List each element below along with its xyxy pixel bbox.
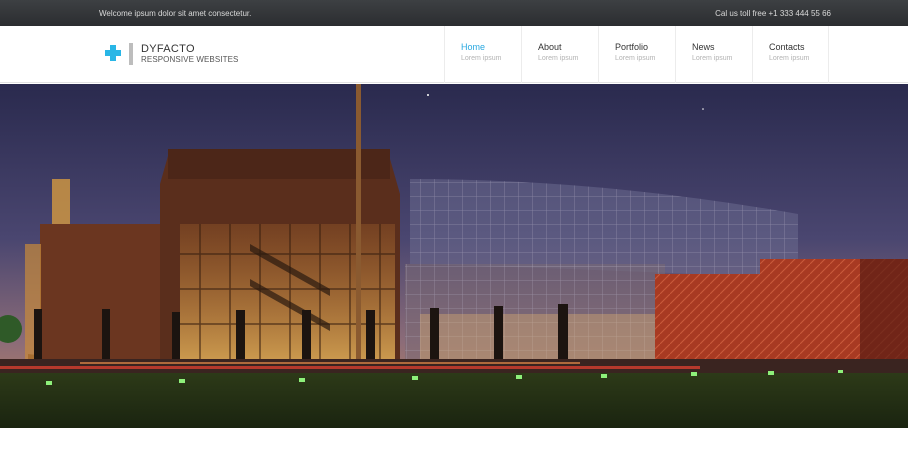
- site-header: DYFACTO RESPONSIVE WEBSITES Home Lorem i…: [0, 26, 908, 83]
- nav-item-portfolio[interactable]: Portfolio Lorem ipsum: [598, 26, 675, 83]
- nav-sublabel: Lorem ipsum: [615, 55, 656, 62]
- hero-slider-image: [0, 84, 908, 428]
- nav-label: Home: [461, 42, 486, 52]
- nav-label: News: [692, 42, 715, 52]
- plus-cross-icon: [105, 45, 121, 61]
- nav-label: Portfolio: [615, 42, 649, 52]
- nav-item-about[interactable]: About Lorem ipsum: [521, 26, 598, 83]
- nav-item-contacts[interactable]: Contacts Lorem ipsum: [752, 26, 829, 83]
- top-bar: Welcome ipsum dolor sit amet consectetur…: [0, 0, 908, 26]
- nav-sublabel: Lorem ipsum: [461, 55, 502, 62]
- logo-name: DYFACTO: [141, 43, 195, 55]
- nav-item-news[interactable]: News Lorem ipsum: [675, 26, 752, 83]
- phone-text: Cal us toll free +1 333 444 55 66: [715, 9, 831, 18]
- building-night-illustration: [0, 84, 908, 428]
- nav-item-home[interactable]: Home Lorem ipsum: [444, 26, 521, 83]
- main-nav: Home Lorem ipsum About Lorem ipsum Portf…: [444, 26, 829, 83]
- nav-sublabel: Lorem ipsum: [692, 55, 733, 62]
- nav-sublabel: Lorem ipsum: [769, 55, 810, 62]
- nav-sublabel: Lorem ipsum: [538, 55, 579, 62]
- nav-label: Contacts: [769, 42, 805, 52]
- logo-tagline: RESPONSIVE WEBSITES: [141, 55, 239, 64]
- nav-label: About: [538, 42, 562, 52]
- logo-divider: [129, 43, 133, 65]
- welcome-text: Welcome ipsum dolor sit amet consectetur…: [99, 9, 252, 18]
- logo[interactable]: DYFACTO RESPONSIVE WEBSITES: [105, 43, 245, 67]
